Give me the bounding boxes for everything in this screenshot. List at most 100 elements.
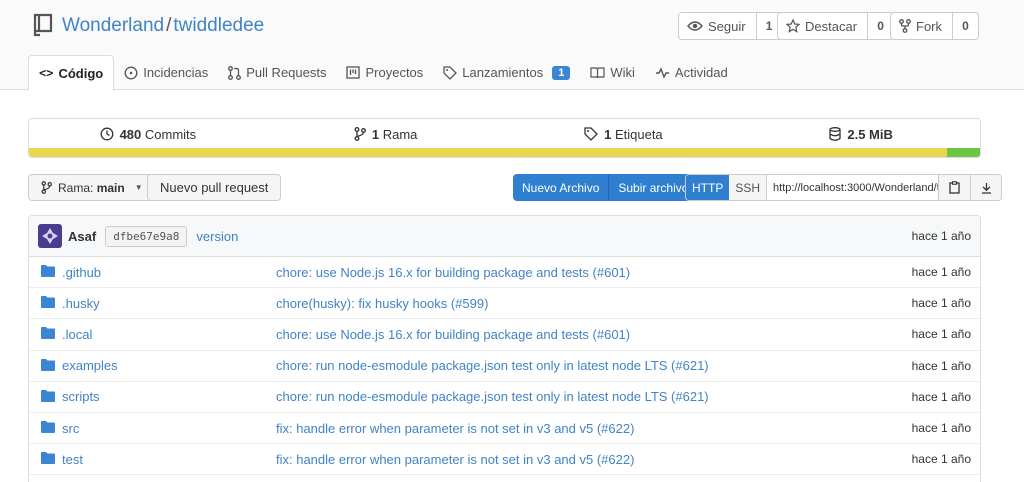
download-button[interactable]	[970, 175, 1002, 200]
branch-icon	[354, 127, 366, 141]
code-icon: <>	[39, 66, 54, 80]
size-stat: 2.5 MiB	[742, 119, 980, 149]
folder-icon	[41, 265, 55, 277]
tag-icon	[584, 127, 599, 141]
http-clone-button[interactable]: HTTP	[686, 175, 730, 200]
file-commit-message-link[interactable]: chore: use Node.js 16.x for building pac…	[276, 265, 630, 280]
tag-icon	[443, 65, 458, 80]
tab-code-label: Código	[58, 65, 104, 81]
commit-sha[interactable]: dfbe67e9a8	[105, 225, 188, 247]
branch-prefix: Rama:	[58, 180, 94, 195]
folder-icon	[41, 452, 55, 465]
file-commit-age: hace 1 año	[911, 296, 971, 311]
tab-projects-label: Proyectos	[365, 65, 424, 80]
project-icon	[346, 66, 361, 79]
branch-name: main	[96, 180, 125, 195]
branch-icon	[41, 181, 52, 194]
download-icon	[981, 182, 991, 194]
pull-request-icon	[228, 65, 242, 80]
watch-label: Seguir	[708, 18, 746, 34]
file-commit-age: hace 1 año	[911, 389, 971, 404]
repo-owner-link[interactable]: Wonderland	[62, 15, 164, 36]
fork-button[interactable]: Fork	[891, 13, 952, 39]
commit-author[interactable]: Asaf	[68, 229, 96, 244]
file-commit-message-link[interactable]: fix: handle error when parameter is not …	[276, 452, 634, 467]
file-name-link[interactable]: src	[62, 421, 79, 436]
repo-separator: /	[166, 15, 172, 36]
folder-icon	[41, 389, 55, 402]
issue-icon	[124, 66, 138, 79]
repo-tabs: <> Código Incidencias Pull Requests Proy…	[28, 55, 738, 91]
commit-age: hace 1 año	[911, 229, 971, 243]
tab-pull-requests-label: Pull Requests	[246, 65, 327, 80]
tab-issues[interactable]: Incidencias	[114, 55, 218, 90]
fork-count[interactable]: 0	[952, 13, 978, 39]
new-pull-request-button[interactable]: Nuevo pull request	[147, 174, 282, 201]
file-commit-message-link[interactable]: fix: handle error when parameter is not …	[276, 421, 634, 436]
star-button[interactable]: Destacar	[778, 13, 867, 39]
tab-projects[interactable]: Proyectos	[336, 55, 433, 90]
tab-releases[interactable]: Lanzamientos 1	[433, 55, 580, 90]
table-row: .github chore: use Node.js 16.x for build…	[29, 257, 980, 289]
watch-button-group: Seguir 1	[678, 12, 783, 40]
language-segment-primary	[29, 148, 947, 157]
file-commit-message-link[interactable]: chore(husky): fix husky hooks (#599)	[276, 296, 488, 311]
clone-box: HTTP SSH http://localhost:3000/Wonderlan…	[685, 174, 1003, 201]
table-row: test fix: handle error when parameter is …	[29, 444, 980, 476]
table-row: .local chore: use Node.js 16.x for buildi…	[29, 319, 980, 351]
branches-count: 1	[371, 126, 380, 142]
repo-icon	[33, 13, 53, 37]
file-commit-message-link[interactable]: chore: run node-esmodule package.json te…	[276, 389, 709, 404]
tab-pull-requests[interactable]: Pull Requests	[218, 55, 336, 90]
file-commit-message-link[interactable]: chore: run node-esmodule package.json te…	[276, 358, 709, 373]
tab-code[interactable]: <> Código	[28, 55, 115, 91]
avatar[interactable]	[38, 224, 62, 248]
book-icon	[590, 67, 605, 79]
table-row: examples chore: run node-esmodule package…	[29, 351, 980, 382]
branches-stat[interactable]: 1 Rama	[267, 119, 505, 149]
commits-stat[interactable]: 480 Commits	[29, 119, 267, 149]
star-label: Destacar	[805, 18, 858, 34]
commits-count: 480	[119, 126, 142, 142]
clipboard-icon	[949, 181, 960, 194]
file-table: Asaf dfbe67e9a8 version hace 1 año .gith…	[28, 215, 981, 482]
tab-activity[interactable]: Actividad	[645, 55, 738, 90]
file-name-link[interactable]: .local	[62, 327, 92, 342]
language-bar	[29, 148, 980, 157]
file-name-link[interactable]: .github	[62, 265, 101, 280]
ssh-clone-button[interactable]: SSH	[729, 175, 768, 200]
file-name-link[interactable]: .husky	[62, 296, 100, 311]
repo-header: Wonderland / twiddledee Seguir 1 Destacar …	[0, 0, 1024, 91]
fork-button-group: Fork 0	[890, 12, 979, 40]
language-segment-secondary	[946, 148, 980, 157]
table-row: src fix: handle error when parameter is n…	[29, 413, 980, 445]
branches-label: Rama	[382, 126, 418, 142]
database-icon	[829, 127, 842, 141]
copy-url-button[interactable]	[939, 175, 971, 200]
new-file-button[interactable]: Nuevo Archivo	[513, 174, 609, 201]
file-commit-age: hace 1 año	[911, 421, 971, 436]
file-name-link[interactable]: examples	[62, 358, 118, 373]
file-name-link[interactable]: test	[62, 452, 83, 467]
caret-down-icon: ▼	[134, 183, 143, 192]
file-commit-message-link[interactable]: chore: use Node.js 16.x for building pac…	[276, 327, 630, 342]
repo-name-link[interactable]: twiddledee	[173, 15, 264, 36]
pulse-icon	[655, 66, 669, 79]
commits-label: Commits	[144, 126, 197, 142]
file-commit-age: hace 1 año	[911, 358, 971, 373]
repo-size: 2.5 MiB	[847, 126, 893, 142]
tags-count: 1	[604, 126, 612, 142]
file-name-link[interactable]: scripts	[62, 389, 100, 404]
file-commit-age: hace 1 año	[911, 452, 971, 467]
branch-selector[interactable]: Rama: main ▼	[28, 174, 156, 201]
file-actions-group: Nuevo Archivo Subir archivo	[513, 174, 698, 201]
tags-stat[interactable]: 1 Etiqueta	[505, 119, 743, 149]
tab-wiki[interactable]: Wiki	[580, 55, 645, 90]
watch-button[interactable]: Seguir	[679, 13, 756, 39]
folder-icon	[41, 420, 55, 433]
commit-message[interactable]: version	[196, 229, 238, 244]
tab-wiki-label: Wiki	[610, 65, 635, 80]
clone-url-input[interactable]: http://localhost:3000/Wonderland/twiddle…	[767, 175, 940, 200]
star-icon	[786, 19, 800, 33]
tab-activity-label: Actividad	[674, 65, 728, 80]
